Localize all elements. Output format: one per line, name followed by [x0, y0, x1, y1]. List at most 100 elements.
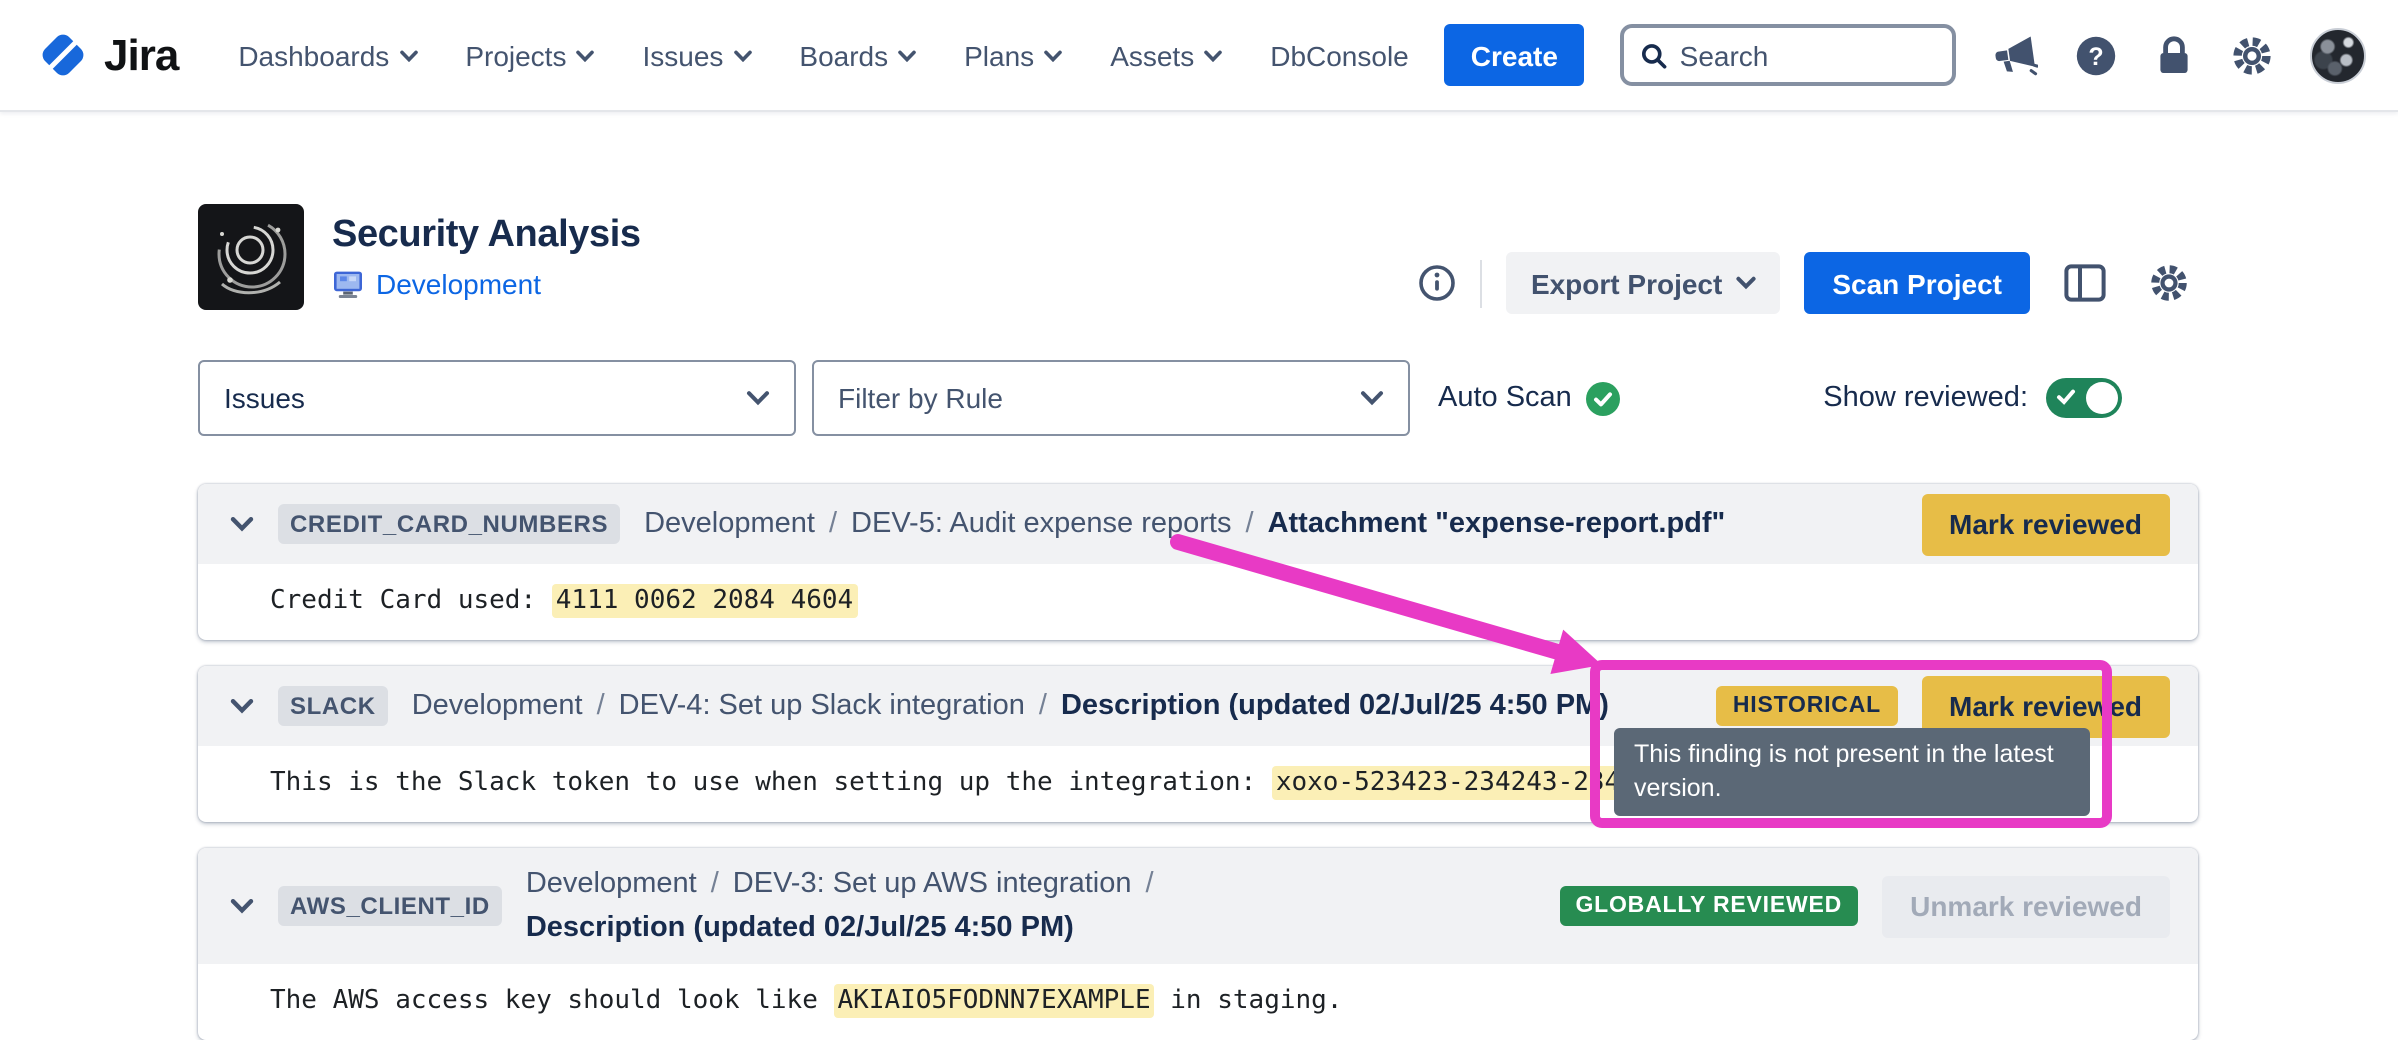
nav-label: Boards — [799, 39, 888, 71]
collapse-chevron-icon[interactable] — [230, 898, 254, 914]
export-project-button[interactable]: Export Project — [1507, 252, 1780, 314]
auto-scan-label: Auto Scan — [1438, 382, 1572, 414]
nav-label: Plans — [964, 39, 1034, 71]
finding-card-slack: SLACK Development/DEV-4: Set up Slack in… — [198, 666, 2198, 822]
megaphone-icon — [1992, 35, 2038, 75]
breadcrumb-separator: / — [1146, 867, 1154, 899]
page-title: Security Analysis — [332, 214, 641, 258]
finding-text: The AWS access key should look like — [270, 986, 834, 1016]
project-subtitle: Development — [332, 268, 641, 300]
show-reviewed-control: Show reviewed: — [1823, 378, 2122, 418]
nav-label: Dashboards — [238, 39, 389, 71]
user-avatar[interactable] — [2310, 27, 2366, 83]
search-icon — [1640, 39, 1668, 71]
breadcrumb-separator: / — [711, 867, 719, 899]
finding-text: This is the Slack token to use when sett… — [270, 768, 1272, 798]
jira-app: Jira Dashboards Projects Issues Boards P… — [0, 0, 2398, 1038]
board-layout-button[interactable] — [2054, 253, 2114, 313]
breadcrumb-segment: Development — [644, 508, 815, 540]
toggle-knob — [2086, 382, 2118, 414]
breadcrumb: Development/DEV-3: Set up AWS integratio… — [526, 861, 1390, 951]
historical-badge: HISTORICAL — [1717, 686, 1897, 726]
main-content: Security Analysis Development — [198, 200, 2198, 1040]
project-actions: Export Project Scan Project — [1419, 252, 2198, 314]
finding-location: Description (updated 02/Jul/25 4:50 PM) — [1061, 690, 1609, 722]
nav-item-issues[interactable]: Issues — [642, 39, 751, 71]
nav-item-boards[interactable]: Boards — [799, 39, 916, 71]
collapse-chevron-icon[interactable] — [230, 698, 254, 714]
finding-header[interactable]: CREDIT_CARD_NUMBERS Development/DEV-5: A… — [198, 484, 2198, 564]
info-button[interactable] — [1419, 264, 1457, 302]
gear-icon — [2147, 262, 2189, 304]
breadcrumb-separator: / — [1246, 508, 1254, 540]
search-box[interactable] — [1620, 24, 1956, 86]
issues-select-value: Issues — [224, 382, 305, 414]
breadcrumb-separator: / — [829, 508, 837, 540]
project-header: Security Analysis Development — [198, 200, 2198, 316]
globally-reviewed-badge: GLOBALLY REVIEWED — [1559, 886, 1858, 926]
help-button[interactable]: ? — [2074, 33, 2118, 77]
nav-label: DbConsole — [1270, 39, 1409, 71]
chevron-down-icon — [1360, 390, 1384, 406]
breadcrumb-separator: / — [597, 690, 605, 722]
filters-bar: Issues Filter by Rule Auto Scan Show — [198, 360, 2198, 436]
layout-panel-icon — [2063, 264, 2105, 302]
nav-label: Projects — [465, 39, 566, 71]
search-input[interactable] — [1680, 39, 1936, 71]
chevron-down-icon — [399, 49, 417, 61]
breadcrumb-project-link[interactable]: Development — [376, 268, 541, 300]
top-navbar: Jira Dashboards Projects Issues Boards P… — [0, 0, 2398, 112]
finding-content: The AWS access key should look like AKIA… — [198, 964, 2198, 1040]
mark-reviewed-button[interactable]: Mark reviewed — [1921, 493, 2170, 555]
nav-label: Issues — [642, 39, 723, 71]
nav-item-dashboards[interactable]: Dashboards — [238, 39, 417, 71]
chevron-down-icon — [576, 49, 594, 61]
finding-location: Description (updated 02/Jul/25 4:50 PM) — [526, 906, 1074, 951]
chevron-down-icon — [1204, 49, 1222, 61]
project-avatar[interactable] — [198, 204, 304, 310]
nav-item-assets[interactable]: Assets — [1110, 39, 1222, 71]
issues-select[interactable]: Issues — [198, 360, 796, 436]
project-type-icon — [332, 269, 364, 299]
settings-button[interactable] — [2230, 33, 2274, 77]
finding-location: Attachment "expense-report.pdf" — [1268, 508, 1726, 540]
question-mark-icon: ? — [2074, 33, 2118, 77]
project-avatar-image — [198, 204, 304, 310]
breadcrumb-segment: Development — [412, 690, 583, 722]
chevron-down-icon — [1044, 49, 1062, 61]
project-settings-button[interactable] — [2138, 253, 2198, 313]
rule-filter-select[interactable]: Filter by Rule — [812, 360, 1410, 436]
create-button[interactable]: Create — [1445, 24, 1584, 86]
chevron-down-icon — [1736, 276, 1756, 290]
nav-item-plans[interactable]: Plans — [964, 39, 1062, 71]
unmark-reviewed-button: Unmark reviewed — [1882, 875, 2170, 937]
breadcrumb-segment: DEV-3: Set up AWS integration — [733, 867, 1132, 899]
finding-card-credit-card: CREDIT_CARD_NUMBERS Development/DEV-5: A… — [198, 484, 2198, 640]
historical-tooltip: This finding is not present in the lates… — [1614, 728, 2090, 816]
toggle-check-icon — [2056, 388, 2076, 406]
show-reviewed-toggle[interactable] — [2046, 378, 2122, 418]
nav-label: Assets — [1110, 39, 1194, 71]
project-meta: Security Analysis Development — [332, 200, 641, 300]
scan-project-button[interactable]: Scan Project — [1804, 252, 2030, 314]
chevron-down-icon — [898, 49, 916, 61]
nav-item-dbconsole[interactable]: DbConsole — [1270, 39, 1409, 71]
finding-content: Credit Card used: 4111 0062 2084 4604 — [198, 564, 2198, 640]
collapse-chevron-icon[interactable] — [230, 516, 254, 532]
breadcrumb: Development / DEV-4: Set up Slack integrat… — [412, 690, 1609, 722]
show-reviewed-label: Show reviewed: — [1823, 382, 2028, 414]
finding-header[interactable]: AWS_CLIENT_ID Development/DEV-3: Set up … — [198, 848, 2198, 964]
announcements-button[interactable] — [1992, 35, 2038, 75]
chevron-down-icon — [746, 390, 770, 406]
chevron-down-icon — [733, 49, 751, 61]
security-button[interactable] — [2154, 33, 2194, 77]
navbar-icon-cluster: ? — [1992, 27, 2370, 83]
jira-logo[interactable]: Jira — [36, 28, 178, 82]
auto-scan-status: Auto Scan — [1438, 381, 1620, 415]
secret-highlight: 4111 0062 2084 4604 — [552, 584, 857, 618]
breadcrumb-segment: DEV-4: Set up Slack integration — [619, 690, 1025, 722]
export-project-label: Export Project — [1531, 267, 1722, 299]
nav-item-projects[interactable]: Projects — [465, 39, 594, 71]
jira-logo-icon — [36, 28, 90, 82]
rule-badge: AWS_CLIENT_ID — [278, 886, 502, 926]
